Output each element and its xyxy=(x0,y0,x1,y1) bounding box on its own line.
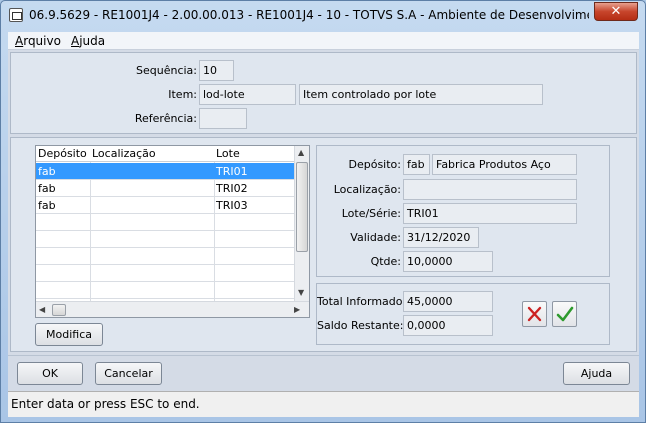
cell-lote: TRI03 xyxy=(216,199,248,212)
vertical-scrollbar[interactable]: ▲ ▼ xyxy=(294,146,309,301)
cell-deposito: fab xyxy=(38,182,56,195)
red-x-icon xyxy=(527,306,542,322)
detail-validade-field[interactable]: 31/12/2020 xyxy=(403,227,479,248)
total-informado-label: Total Informado: xyxy=(317,295,407,308)
saldo-restante-field: 0,0000 xyxy=(403,315,493,336)
menu-ajuda-mnemonic: A xyxy=(71,34,80,48)
app-icon xyxy=(9,8,23,22)
scroll-down-icon[interactable]: ▼ xyxy=(298,288,304,297)
status-bar: Enter data or press ESC to end. xyxy=(8,391,639,417)
client-area: Arquivo Ajuda Sequência: 10 Item: lod-lo… xyxy=(8,32,639,417)
window-title: 06.9.5629 - RE1001J4 - 2.00.00.013 - RE1… xyxy=(29,8,589,22)
horizontal-scroll-thumb[interactable] xyxy=(52,304,66,316)
column-deposito[interactable]: Depósito xyxy=(38,147,87,160)
referencia-field[interactable] xyxy=(199,108,247,129)
button-bar: OK Cancelar Ajuda xyxy=(8,355,639,390)
table-row[interactable]: fab TRI03 xyxy=(36,197,294,214)
menu-arquivo[interactable]: Arquivo xyxy=(15,34,61,48)
detail-deposito-code[interactable]: fab xyxy=(403,154,430,175)
header-panel: Sequência: 10 Item: lod-lote Item contro… xyxy=(10,52,637,134)
detail-lote-label: Lote/Série: xyxy=(341,207,401,220)
saldo-restante-label: Saldo Restante: xyxy=(317,319,404,332)
table-row-empty xyxy=(36,214,294,231)
close-icon: ✕ xyxy=(610,4,622,19)
detail-qtde-field[interactable]: 10,0000 xyxy=(403,251,493,272)
confirm-entry-button[interactable] xyxy=(552,301,577,327)
detail-localizacao-field[interactable] xyxy=(403,179,577,200)
detail-validade-label: Validade: xyxy=(350,231,401,244)
main-window: 06.9.5629 - RE1001J4 - 2.00.00.013 - RE1… xyxy=(0,0,646,423)
close-button[interactable]: ✕ xyxy=(594,2,638,21)
detail-lote-field[interactable]: TRI01 xyxy=(403,203,577,224)
total-informado-field: 45,0000 xyxy=(403,291,493,312)
grid-header: Depósito Localização Lote xyxy=(36,146,294,162)
detail-qtde-label: Qtde: xyxy=(370,255,401,268)
menu-bar: Arquivo Ajuda xyxy=(8,32,639,50)
referencia-label: Referência: xyxy=(134,112,197,125)
scroll-up-icon[interactable]: ▲ xyxy=(298,148,304,157)
sequencia-label: Sequência: xyxy=(136,64,197,77)
ok-button[interactable]: OK xyxy=(17,362,83,385)
detail-deposito-label: Depósito: xyxy=(348,158,402,171)
lot-grid[interactable]: Depósito Localização Lote fab TRI01 fab … xyxy=(35,145,310,318)
status-text: Enter data or press ESC to end. xyxy=(11,397,200,411)
menu-ajuda-label: juda xyxy=(79,34,106,48)
vertical-scroll-thumb[interactable] xyxy=(296,162,308,252)
table-row-empty xyxy=(36,231,294,248)
table-row[interactable]: fab TRI01 xyxy=(36,163,294,180)
menu-arquivo-label: rquivo xyxy=(23,34,61,48)
modifica-button[interactable]: Modifica xyxy=(35,323,103,346)
menu-ajuda[interactable]: Ajuda xyxy=(71,34,105,48)
horizontal-scrollbar[interactable]: ◀ ▶ xyxy=(36,301,309,317)
lot-panel: Depósito Localização Lote fab TRI01 fab … xyxy=(10,137,637,352)
scroll-left-icon[interactable]: ◀ xyxy=(39,305,45,314)
detail-group: Depósito: fab Fabrica Produtos Aço Local… xyxy=(316,145,610,277)
table-row-empty xyxy=(36,248,294,265)
cell-lote: TRI01 xyxy=(216,165,248,178)
help-button[interactable]: Ajuda xyxy=(563,362,630,385)
column-lote[interactable]: Lote xyxy=(216,147,240,160)
cell-deposito: fab xyxy=(38,165,56,178)
table-row-empty xyxy=(36,282,294,299)
detail-deposito-desc: Fabrica Produtos Aço xyxy=(432,154,577,175)
green-check-icon xyxy=(556,306,574,322)
item-label: Item: xyxy=(168,88,197,101)
cancel-entry-button[interactable] xyxy=(522,301,547,327)
cell-deposito: fab xyxy=(38,199,56,212)
item-code-field[interactable]: lod-lote xyxy=(199,84,296,105)
menu-arquivo-mnemonic: A xyxy=(15,34,24,48)
totals-group: Total Informado: 45,0000 Saldo Restante:… xyxy=(316,283,610,345)
cancel-button[interactable]: Cancelar xyxy=(95,362,162,385)
table-row[interactable]: fab TRI02 xyxy=(36,180,294,197)
item-description-field: Item controlado por lote xyxy=(299,84,543,105)
scroll-right-icon[interactable]: ▶ xyxy=(294,305,300,314)
title-bar[interactable]: 06.9.5629 - RE1001J4 - 2.00.00.013 - RE1… xyxy=(1,1,645,31)
table-row-empty xyxy=(36,265,294,282)
detail-localizacao-label: Localização: xyxy=(333,183,401,196)
cell-lote: TRI02 xyxy=(216,182,248,195)
column-localizacao[interactable]: Localização xyxy=(92,147,156,160)
sequencia-field[interactable]: 10 xyxy=(199,60,234,81)
